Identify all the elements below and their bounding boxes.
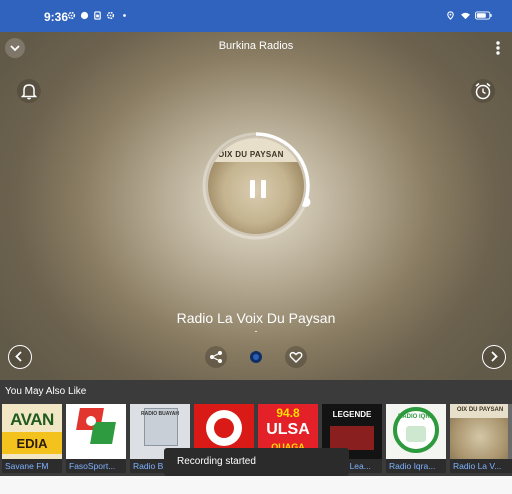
station-label: Radio Iqra... (386, 459, 446, 473)
player-area: Burkina Radios OIX DU PAYSAN Radio La Vo… (0, 32, 512, 380)
toast-message: Recording started (164, 448, 349, 476)
station-card[interactable]: RADIO IQRA Radio Iqra... (386, 404, 446, 474)
next-button[interactable] (482, 345, 506, 369)
station-label: FasoSport... (66, 459, 126, 473)
toast-text: Recording started (177, 456, 256, 467)
station-label: Radio La V... (450, 459, 510, 473)
station-card[interactable]: OIX DU PAYSAN Radio La V... (450, 404, 510, 474)
station-card[interactable]: AVAN EDIA Savane FM (2, 404, 62, 474)
station-label: Savane FM (2, 459, 62, 473)
status-time: 9:36 (44, 10, 69, 24)
menu-button[interactable] (488, 38, 508, 58)
gear-icon (106, 11, 115, 20)
gear-icon (67, 11, 76, 20)
chevron-down-icon (10, 45, 20, 52)
station-subtitle: - (254, 326, 258, 336)
previous-button[interactable] (8, 345, 32, 369)
chevron-right-icon (491, 351, 498, 362)
station-logo (508, 404, 512, 459)
circle-icon (80, 11, 89, 20)
share-icon (210, 351, 222, 363)
navigation-bar (0, 476, 512, 494)
dot-icon (123, 14, 126, 17)
app-title: Burkina Radios (218, 40, 294, 52)
station-card[interactable] (508, 404, 512, 474)
collapse-button[interactable] (5, 38, 25, 58)
heart-icon (289, 351, 303, 363)
chevron-left-icon (15, 351, 22, 362)
station-logo (66, 404, 126, 459)
station-logo: RADIO IQRA (386, 404, 446, 459)
station-logo: AVAN EDIA (2, 404, 62, 459)
record-button[interactable] (245, 346, 267, 368)
alarm-clock-icon (471, 79, 495, 103)
more-vert-icon (496, 41, 500, 55)
wifi-icon (461, 12, 470, 20)
station-name: Radio La Voix Du Paysan (176, 310, 336, 326)
station-card[interactable]: FasoSport... (66, 404, 126, 474)
station-label (508, 459, 512, 473)
location-icon (447, 11, 454, 20)
pause-button[interactable] (250, 180, 266, 198)
status-bar: 9:36 (0, 0, 512, 32)
cover-text: OIX DU PAYSAN (218, 150, 284, 159)
battery-icon (475, 11, 492, 20)
bell-icon (17, 79, 41, 103)
clipboard-icon (94, 11, 101, 20)
favorite-button[interactable] (285, 346, 307, 368)
section-header: You May Also Like (5, 386, 87, 397)
cover-art: OIX DU PAYSAN (206, 136, 306, 236)
alarm-button[interactable] (470, 78, 496, 104)
share-button[interactable] (205, 346, 227, 368)
notification-button[interactable] (16, 78, 42, 104)
station-logo: OIX DU PAYSAN (450, 404, 510, 459)
record-icon (250, 351, 262, 363)
